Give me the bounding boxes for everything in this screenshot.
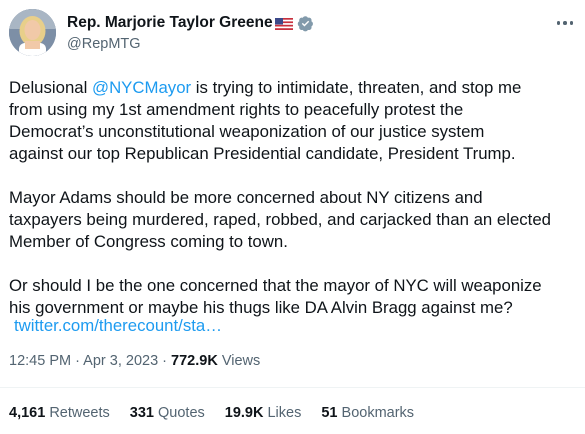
retweets-count: 4,161 (9, 405, 46, 421)
avatar-image (9, 9, 56, 56)
divider-top (0, 387, 585, 388)
quotes-label: Quotes (153, 405, 205, 421)
quotes-count: 331 (129, 405, 154, 421)
tweet-link[interactable]: twitter.com/therecount/sta… (14, 316, 222, 336)
tweet-card: Rep. Marjorie Taylor Greene @RepMTG Delu… (0, 0, 585, 434)
quotes-stat[interactable]: 331 Quotes (130, 405, 205, 421)
tweet-meta: 12:45 PM · Apr 3, 2023 · 772.9K Views (9, 353, 260, 369)
retweets-label: Retweets (45, 405, 110, 421)
bookmarks-label: Bookmarks (337, 405, 415, 421)
verified-badge-icon (297, 15, 314, 32)
tweet-header: Rep. Marjorie Taylor Greene @RepMTG (9, 9, 575, 59)
us-flag-icon (274, 17, 293, 30)
tweet-paragraph-3: Or should I be the one concerned that th… (9, 276, 542, 317)
likes-count: 19.9K (224, 405, 264, 421)
views-label: Views (217, 353, 261, 369)
meta-separator-2: · (158, 353, 172, 369)
views-count: 772.9K (171, 353, 218, 369)
tweet-date[interactable]: Apr 3, 2023 (83, 353, 158, 369)
avatar[interactable] (9, 9, 56, 56)
likes-stat[interactable]: 19.9K Likes (225, 405, 302, 421)
tweet-time[interactable]: 12:45 PM (9, 353, 71, 369)
mention-link[interactable]: @NYCMayor (92, 78, 191, 97)
tweet-paragraph-2: Mayor Adams should be more concerned abo… (9, 188, 552, 251)
tweet-text: Delusional @NYCMayor is trying to intimi… (9, 77, 581, 341)
display-name[interactable]: Rep. Marjorie Taylor Greene (67, 14, 273, 32)
display-name-row: Rep. Marjorie Taylor Greene (67, 13, 314, 33)
user-handle[interactable]: @RepMTG (67, 36, 314, 52)
meta-separator: · (71, 353, 84, 369)
retweets-stat[interactable]: 4,161 Retweets (9, 405, 110, 421)
bookmarks-count: 51 (321, 405, 338, 421)
more-options-icon[interactable] (555, 15, 575, 31)
author-info: Rep. Marjorie Taylor Greene @RepMTG (67, 13, 314, 52)
paragraph-1-prefix: Delusional (9, 78, 93, 97)
tweet-paragraph-1: Delusional @NYCMayor is trying to intimi… (9, 77, 581, 165)
tweet-stats: 4,161 Retweets 331 Quotes 19.9K Likes 51… (9, 405, 434, 421)
likes-label: Likes (263, 405, 302, 421)
bookmarks-stat[interactable]: 51 Bookmarks (321, 405, 414, 421)
